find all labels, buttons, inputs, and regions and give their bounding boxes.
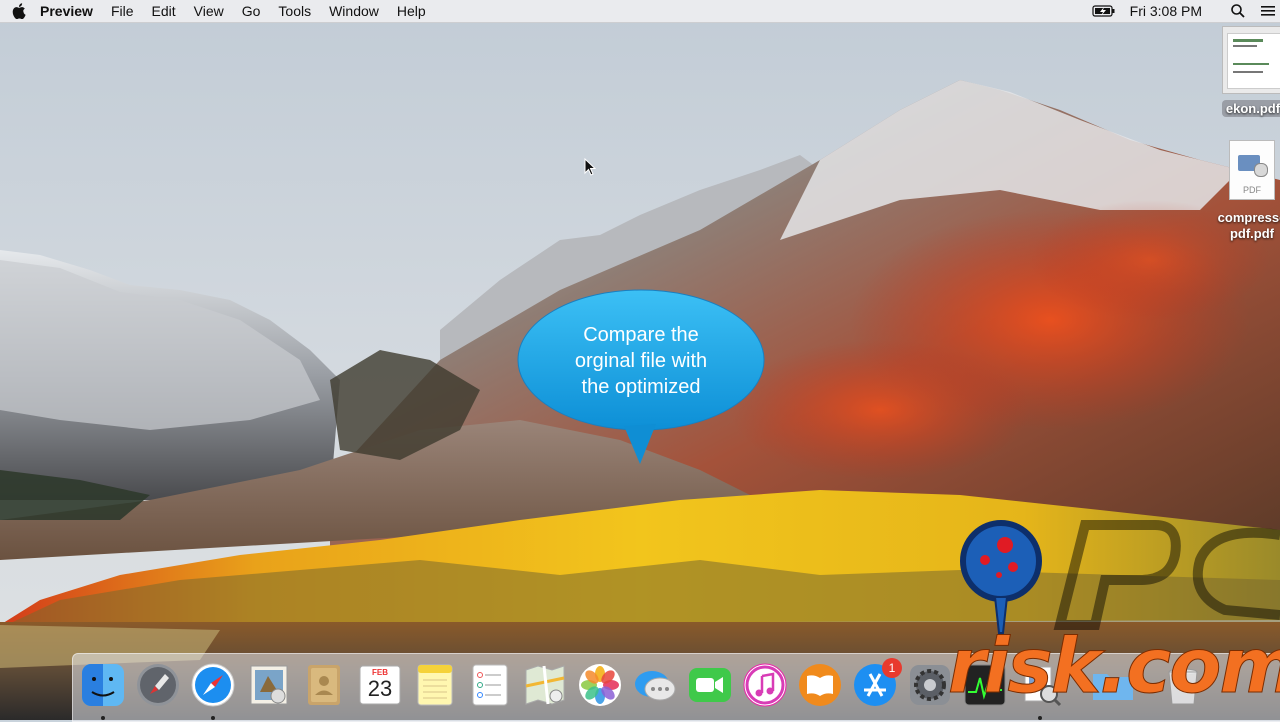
dock-running-indicator [211, 716, 215, 720]
ibooks-icon [799, 664, 841, 706]
menu-app-name[interactable]: Preview [26, 0, 102, 22]
dock-downloads-folder[interactable] [1090, 662, 1136, 708]
dock-activity-monitor[interactable] [962, 662, 1008, 708]
callout-line-1: Compare the [583, 324, 699, 346]
mail-icon [250, 665, 288, 705]
dock-facetime[interactable] [687, 662, 733, 708]
dock-notes[interactable] [412, 662, 458, 708]
launchpad-icon [137, 664, 179, 706]
dock-running-indicator [1038, 716, 1042, 720]
photos-icon [579, 664, 621, 706]
dock-maps[interactable] [522, 662, 568, 708]
finder-icon [82, 664, 124, 706]
menu-window[interactable]: Window [320, 0, 388, 22]
dock-itunes[interactable] [742, 662, 788, 708]
dock-contacts[interactable] [301, 662, 347, 708]
callout-line-3: the optimized [581, 376, 701, 398]
dock-reminders[interactable] [467, 662, 513, 708]
menu-tools[interactable]: Tools [269, 0, 320, 22]
dock-messages[interactable] [632, 662, 678, 708]
menu-view[interactable]: View [185, 0, 233, 22]
dock-launchpad[interactable] [135, 662, 181, 708]
pdf-thumbnail-icon [1222, 26, 1280, 94]
dock-preview[interactable] [1017, 662, 1063, 708]
folder-icon [1093, 674, 1133, 700]
dock-finder[interactable] [80, 662, 126, 708]
trash-icon [1168, 668, 1198, 705]
dock-app-store[interactable]: 1 [852, 658, 902, 708]
preview-icon [1024, 666, 1062, 707]
list-icon[interactable] [1260, 4, 1276, 18]
menu-go[interactable]: Go [233, 0, 270, 22]
notes-icon [417, 664, 453, 706]
menu-bar: Preview File Edit View Go Tools Window H… [0, 0, 1280, 23]
calendar-day: 23 [367, 676, 393, 701]
menu-edit[interactable]: Edit [143, 0, 185, 22]
mouse-cursor-icon [584, 158, 596, 176]
battery-charging-icon[interactable] [1092, 4, 1116, 18]
safari-icon [191, 663, 235, 707]
activity-monitor-icon [964, 664, 1006, 706]
desktop-file-label-line2: pdf.pdf [1229, 226, 1275, 241]
desktop-file-label: ekon.pdf [1221, 100, 1280, 117]
gear-icon [910, 665, 950, 705]
itunes-icon [743, 663, 787, 707]
notification-badge: 1 [882, 658, 902, 678]
menu-clock[interactable]: Fri 3:08 PM [1116, 3, 1230, 19]
dock-trash[interactable] [1160, 662, 1206, 708]
reminders-icon [472, 664, 508, 706]
dock-mail[interactable] [246, 662, 292, 708]
callout-text: Compare the orginal file with the optimi… [520, 322, 762, 400]
pdf-file-icon: PDF [1229, 140, 1275, 200]
facetime-icon [689, 668, 731, 702]
messages-icon [635, 671, 676, 701]
callout-line-2: orginal file with [574, 350, 708, 372]
maps-icon [525, 665, 565, 705]
desktop-file-ekon-pdf[interactable]: ekon.pdf [1218, 26, 1280, 117]
dock-ibooks[interactable] [797, 662, 843, 708]
apple-logo-icon[interactable] [12, 3, 26, 19]
dock-photos[interactable] [577, 662, 623, 708]
desktop-file-compressed-pdf[interactable]: PDF compresse pdf.pdf [1212, 140, 1280, 242]
menu-file[interactable]: File [102, 0, 143, 22]
dock-safari[interactable] [190, 662, 236, 708]
contacts-icon [308, 665, 340, 705]
desktop-file-label-line1: compresse [1217, 210, 1280, 225]
dock-system-preferences[interactable] [907, 662, 953, 708]
dock-calendar[interactable]: FEB 23 [357, 662, 403, 708]
dock-running-indicator [101, 716, 105, 720]
pdf-badge: PDF [1243, 185, 1261, 195]
spotlight-search-icon[interactable] [1230, 3, 1246, 19]
menu-help[interactable]: Help [388, 0, 435, 22]
